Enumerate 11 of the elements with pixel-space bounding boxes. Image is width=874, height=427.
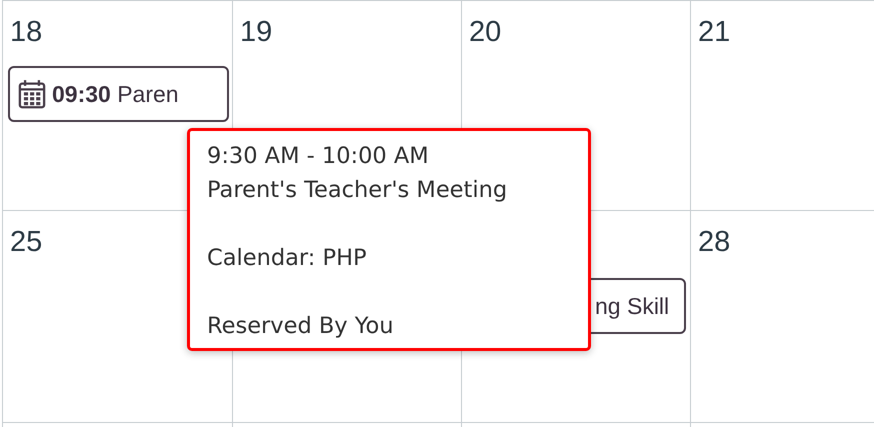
event-time-range: 9:30 AM - 10:00 AM [207, 142, 429, 171]
day-number: 19 [239, 15, 274, 50]
day-number: 21 [697, 15, 732, 50]
event-chip[interactable]: 09:30 Paren [8, 66, 229, 122]
event-title: Parent's Teacher's Meeting [207, 176, 508, 205]
day-number: 18 [9, 15, 44, 50]
day-number: 20 [468, 15, 502, 50]
day-number: 28 [697, 225, 732, 260]
calendar-icon [18, 79, 46, 109]
reservation-status: Reserved By You [207, 312, 394, 341]
calendar-name: Calendar: PHP [207, 244, 367, 273]
